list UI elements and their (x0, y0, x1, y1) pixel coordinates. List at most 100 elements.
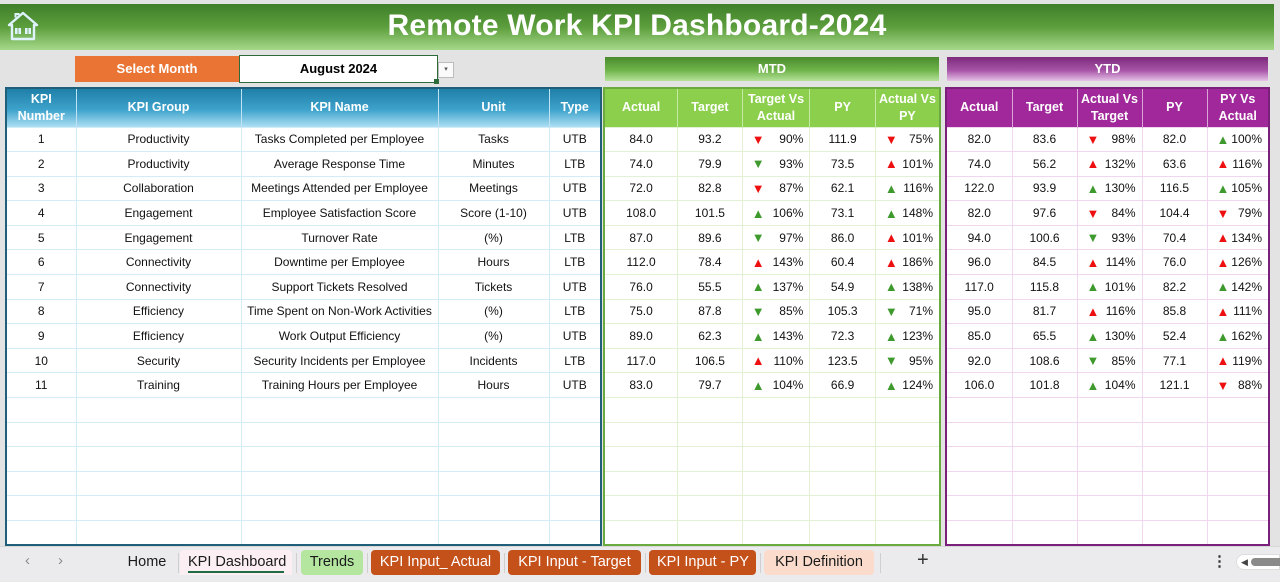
empty-cell[interactable] (1011, 446, 1078, 472)
ytd-py-vs-actual-cell[interactable]: ▲ 162% (1206, 323, 1270, 349)
mtd-actual-cell[interactable]: 84.0 (603, 126, 679, 153)
empty-cell[interactable] (75, 520, 242, 546)
type-cell[interactable]: UTB (548, 323, 602, 349)
mtd-target-vs-actual-cell[interactable]: ▼ 93% (741, 151, 811, 177)
mtd-actual-vs-py-cell[interactable]: ▲ 148% (874, 200, 941, 226)
kpi-number-cell[interactable]: 11 (5, 372, 77, 399)
ytd-actual-cell[interactable]: 122.0 (945, 175, 1013, 202)
kpi-number-cell[interactable]: 7 (5, 274, 77, 300)
ytd-actual-vs-target-cell[interactable]: ▲ 104% (1076, 372, 1143, 399)
unit-cell[interactable]: Tasks (437, 126, 550, 153)
empty-cell[interactable] (809, 421, 876, 448)
empty-cell[interactable] (874, 397, 941, 423)
mtd-py-cell[interactable]: 54.9 (809, 274, 876, 300)
type-cell[interactable]: UTB (548, 126, 602, 153)
empty-cell[interactable] (240, 495, 439, 521)
ytd-py-vs-actual-cell[interactable]: ▲ 111% (1206, 298, 1270, 325)
empty-cell[interactable] (874, 446, 941, 472)
empty-cell[interactable] (75, 495, 242, 521)
kpi-name-cell[interactable]: Downtime per Employee (240, 249, 439, 276)
empty-cell[interactable] (1076, 470, 1143, 497)
mtd-target-cell[interactable]: 78.4 (677, 249, 743, 276)
empty-cell[interactable] (1076, 446, 1143, 472)
mtd-target-cell[interactable]: 82.8 (677, 175, 743, 202)
empty-cell[interactable] (548, 397, 602, 423)
empty-cell[interactable] (603, 470, 679, 497)
empty-cell[interactable] (75, 397, 242, 423)
kpi-group-cell[interactable]: Security (75, 347, 242, 374)
mtd-actual-vs-py-cell[interactable]: ▼ 75% (874, 126, 941, 153)
mtd-target-cell[interactable]: 79.9 (677, 151, 743, 177)
ytd-actual-cell[interactable]: 74.0 (945, 151, 1013, 177)
ytd-actual-vs-target-cell[interactable]: ▼ 98% (1076, 126, 1143, 153)
cell-fill-handle[interactable] (434, 79, 439, 84)
type-cell[interactable]: LTB (548, 347, 602, 374)
unit-cell[interactable]: Tickets (437, 274, 550, 300)
kpi-group-cell[interactable]: Engagement (75, 224, 242, 251)
empty-cell[interactable] (809, 446, 876, 472)
empty-cell[interactable] (603, 446, 679, 472)
mtd-target-cell[interactable]: 55.5 (677, 274, 743, 300)
ytd-target-cell[interactable]: 115.8 (1011, 274, 1078, 300)
ytd-py-cell[interactable]: 76.0 (1141, 249, 1208, 276)
sheet-tab-trends[interactable]: Trends (301, 550, 363, 575)
ytd-actual-cell[interactable]: 94.0 (945, 224, 1013, 251)
ytd-actual-vs-target-cell[interactable]: ▲ 101% (1076, 274, 1143, 300)
empty-cell[interactable] (240, 421, 439, 448)
empty-cell[interactable] (945, 520, 1013, 546)
empty-cell[interactable] (240, 520, 439, 546)
sheet-tab-kpi-definition[interactable]: KPI Definition (764, 550, 874, 575)
kpi-name-cell[interactable]: Tasks Completed per Employee (240, 126, 439, 153)
mtd-target-vs-actual-cell[interactable]: ▲ 143% (741, 323, 811, 349)
mtd-target-vs-actual-cell[interactable]: ▲ 104% (741, 372, 811, 399)
empty-cell[interactable] (437, 421, 550, 448)
kpi-name-cell[interactable]: Turnover Rate (240, 224, 439, 251)
mtd-target-cell[interactable]: 101.5 (677, 200, 743, 226)
prev-sheet-icon[interactable]: ‹ (25, 552, 30, 569)
type-cell[interactable]: LTB (548, 249, 602, 276)
empty-cell[interactable] (945, 397, 1013, 423)
empty-cell[interactable] (1011, 495, 1078, 521)
empty-cell[interactable] (809, 520, 876, 546)
kpi-name-cell[interactable]: Support Tickets Resolved (240, 274, 439, 300)
empty-cell[interactable] (240, 397, 439, 423)
empty-cell[interactable] (548, 421, 602, 448)
empty-cell[interactable] (548, 520, 602, 546)
mtd-target-vs-actual-cell[interactable]: ▲ 137% (741, 274, 811, 300)
empty-cell[interactable] (240, 446, 439, 472)
ytd-actual-cell[interactable]: 82.0 (945, 200, 1013, 226)
empty-cell[interactable] (240, 470, 439, 497)
empty-cell[interactable] (5, 446, 77, 472)
kpi-number-cell[interactable]: 1 (5, 126, 77, 153)
kpi-number-cell[interactable]: 8 (5, 298, 77, 325)
mtd-actual-vs-py-cell[interactable]: ▲ 101% (874, 224, 941, 251)
ytd-py-cell[interactable]: 77.1 (1141, 347, 1208, 374)
unit-cell[interactable]: (%) (437, 224, 550, 251)
empty-cell[interactable] (741, 397, 811, 423)
ytd-actual-vs-target-cell[interactable]: ▼ 93% (1076, 224, 1143, 251)
empty-cell[interactable] (5, 421, 77, 448)
type-cell[interactable]: UTB (548, 175, 602, 202)
mtd-actual-cell[interactable]: 108.0 (603, 200, 679, 226)
mtd-target-cell[interactable]: 79.7 (677, 372, 743, 399)
empty-cell[interactable] (1141, 397, 1208, 423)
sheet-tab-home[interactable]: Home (116, 550, 178, 575)
kpi-number-cell[interactable]: 5 (5, 224, 77, 251)
ytd-py-vs-actual-cell[interactable]: ▲ 105% (1206, 175, 1270, 202)
kpi-number-cell[interactable]: 2 (5, 151, 77, 177)
empty-cell[interactable] (437, 446, 550, 472)
unit-cell[interactable]: Hours (437, 372, 550, 399)
mtd-actual-cell[interactable]: 112.0 (603, 249, 679, 276)
mtd-actual-vs-py-cell[interactable]: ▲ 124% (874, 372, 941, 399)
kpi-name-cell[interactable]: Employee Satisfaction Score (240, 200, 439, 226)
mtd-actual-vs-py-cell[interactable]: ▼ 95% (874, 347, 941, 374)
kpi-group-cell[interactable]: Efficiency (75, 298, 242, 325)
empty-cell[interactable] (677, 397, 743, 423)
empty-cell[interactable] (1141, 470, 1208, 497)
mtd-target-cell[interactable]: 106.5 (677, 347, 743, 374)
ytd-py-cell[interactable]: 104.4 (1141, 200, 1208, 226)
ytd-actual-vs-target-cell[interactable]: ▲ 114% (1076, 249, 1143, 276)
ytd-target-cell[interactable]: 65.5 (1011, 323, 1078, 349)
kpi-name-cell[interactable]: Security Incidents per Employee (240, 347, 439, 374)
mtd-target-cell[interactable]: 89.6 (677, 224, 743, 251)
